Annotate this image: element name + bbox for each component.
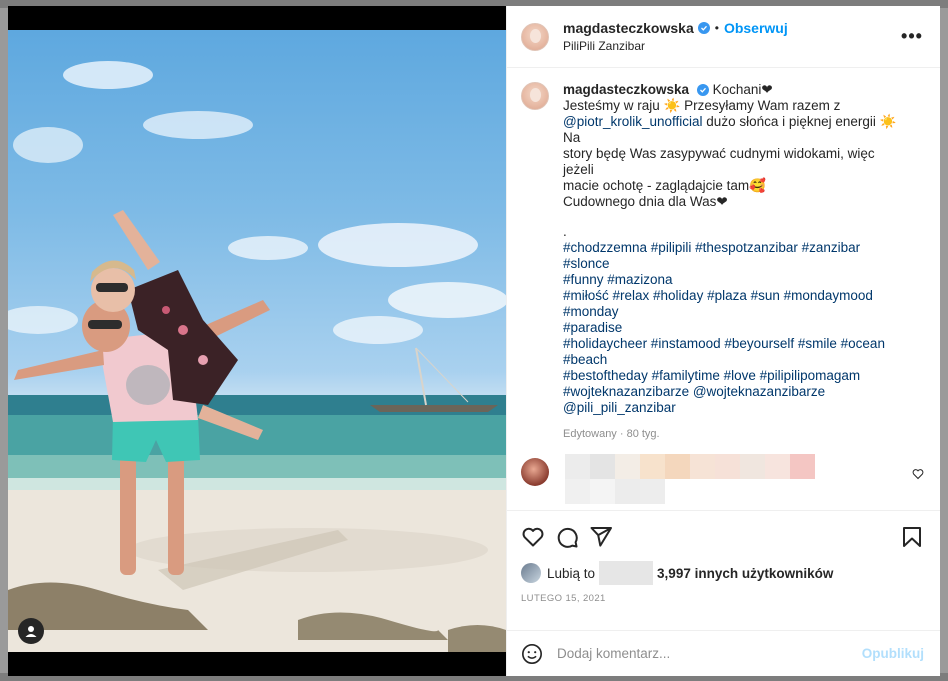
follow-button[interactable]: Obserwuj (724, 20, 788, 36)
post-photo[interactable] (8, 30, 506, 652)
avatar[interactable] (521, 22, 549, 51)
comment-item (521, 454, 924, 510)
redacted-username (599, 561, 654, 585)
post-actions: Lubią to 3,997 innych użytkowników LUTEG… (507, 510, 940, 630)
avatar[interactable] (521, 563, 541, 583)
hashtag-line[interactable]: #funny #mazizona (563, 272, 903, 288)
more-options-icon[interactable]: ••• (900, 25, 924, 49)
emoji-icon[interactable] (521, 643, 543, 665)
hashtag-line[interactable]: #bestoftheday #familytime #love #pilipil… (563, 368, 903, 384)
caption: magdasteczkowska Kochani❤ Jesteśmy w raj… (521, 82, 924, 442)
likes-summary: Lubią to 3,997 innych użytkowników (521, 561, 924, 585)
heart-icon[interactable] (521, 525, 545, 549)
caption-line: Przesyłamy Wam razem z (684, 98, 841, 113)
avatar[interactable] (521, 458, 549, 486)
location-link[interactable]: PiliPili Zanzibar (563, 39, 900, 53)
post-date[interactable]: LUTEGO 15, 2021 (521, 593, 924, 604)
caption-meta: Edytowany · 80 tyg. (563, 428, 660, 440)
caption-line: story będę Was zasypywać cudnymi widokam… (563, 146, 875, 177)
caption-line: Jesteśmy w raju (563, 98, 660, 113)
hashtag-line[interactable]: #miłość #relax #holiday #plaza #sun #mon… (563, 288, 903, 320)
hashtag-line[interactable]: #holidaycheer #instamood #beyourself #sm… (563, 336, 903, 368)
likes-prefix: Lubią to (547, 565, 596, 581)
action-bar (521, 523, 924, 551)
caption-line: Kochani❤ (712, 82, 773, 97)
caption-text: magdasteczkowska Kochani❤ Jesteśmy w raj… (563, 82, 903, 442)
verified-icon (696, 84, 709, 96)
caption-line: Na (563, 130, 581, 145)
bookmark-icon[interactable] (900, 525, 924, 549)
share-icon[interactable] (589, 525, 613, 549)
user-tag-icon[interactable] (18, 618, 44, 644)
blurred-comment (565, 454, 815, 504)
username-link[interactable]: magdasteczkowska (563, 20, 694, 36)
verified-icon (697, 22, 710, 34)
mention-link[interactable]: @piotr_krolik_unofficial (563, 114, 703, 129)
comments-section: magdasteczkowska Kochani❤ Jesteśmy w raj… (507, 68, 940, 510)
separator-dot: • (714, 21, 719, 35)
caption-line: . (563, 224, 567, 239)
photo-pane (8, 6, 506, 676)
post-header-text: magdasteczkowska • Obserwuj PiliPili Zan… (563, 20, 900, 53)
post-modal: magdasteczkowska • Obserwuj PiliPili Zan… (8, 6, 940, 676)
comment-input[interactable] (557, 646, 862, 661)
hashtag-line[interactable]: #wojteknazanzibarze @wojteknazanzibarze (563, 384, 903, 400)
post-comment-button[interactable]: Opublikuj (862, 646, 924, 661)
caption-line: Cudownego dnia dla Was❤ (563, 194, 728, 209)
sun-emoji: ☀️ (663, 98, 681, 113)
post-side-pane: magdasteczkowska • Obserwuj PiliPili Zan… (506, 6, 940, 676)
sun-emoji: ☀️ (879, 114, 897, 129)
caption-line: dużo słońca i pięknej energii (706, 114, 876, 129)
hashtag-line[interactable]: #chodzzemna #pilipili #thespotzanzibar #… (563, 240, 903, 272)
likes-count-link[interactable]: 3,997 innych użytkowników (657, 566, 833, 581)
heart-icon[interactable] (912, 468, 924, 480)
beach-scene (8, 61, 506, 652)
post-header: magdasteczkowska • Obserwuj PiliPili Zan… (507, 6, 940, 68)
hashtag-line[interactable]: #paradise (563, 320, 903, 336)
caption-line: macie ochotę - zaglądajcie tam🥰 (563, 178, 766, 193)
caption-username[interactable]: magdasteczkowska (563, 82, 689, 97)
avatar[interactable] (521, 82, 549, 110)
comment-icon[interactable] (555, 525, 579, 549)
hashtag-line[interactable]: @pili_pili_zanzibar (563, 400, 903, 416)
add-comment-bar: Opublikuj (507, 630, 940, 676)
